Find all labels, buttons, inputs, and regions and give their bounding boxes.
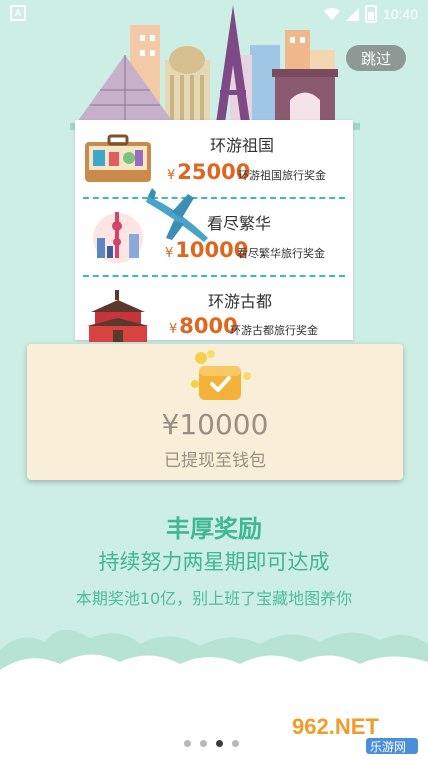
wallet-amount: ¥10000 — [161, 408, 269, 441]
page-dot[interactable] — [184, 740, 191, 747]
watermark-sub-text: 乐游网 — [370, 740, 406, 754]
prize-title: 环游古都 — [208, 292, 273, 311]
page-subline: 持续努力两星期即可达成 — [98, 550, 330, 574]
prize-item: 看尽繁华 ¥10000 看尽繁华旅行奖金 — [75, 200, 353, 272]
prize-amount: ¥8000 — [169, 314, 238, 338]
wallet-note: 已提现至钱包 — [164, 451, 266, 471]
status-time: 10:40 — [382, 6, 418, 22]
watermark-logo-text: 962.NET — [292, 714, 379, 739]
wallet-check-icon — [191, 350, 251, 400]
wallet-card: ¥10000 已提现至钱包 — [27, 344, 403, 480]
dashed-divider — [83, 275, 345, 277]
battery-icon — [364, 5, 377, 23]
page-indicator — [184, 740, 239, 747]
prize-list-card: 环游祖国 ¥25000 环游祖国旅行奖金 看尽繁华 ¥10000 看尽繁华旅行奖… — [75, 120, 353, 342]
page-headline: 丰厚奖励 — [166, 515, 262, 543]
page-dot[interactable] — [232, 740, 239, 747]
page-tagline: 本期奖池10亿，别上班了宝藏地图养你 — [75, 589, 353, 608]
palace-illustration — [87, 290, 149, 342]
prize-description: 环游古都旅行奖金 — [230, 324, 318, 337]
prize-title: 看尽繁华 — [207, 214, 272, 233]
prize-title: 环游祖国 — [210, 136, 275, 155]
prize-description: 看尽繁华旅行奖金 — [237, 247, 325, 260]
site-watermark-logo: 962.NET 乐游网 — [292, 714, 418, 754]
page-dot[interactable] — [200, 740, 207, 747]
suitcase-illustration — [85, 134, 151, 182]
city-tower-illustration — [93, 212, 143, 263]
landmark-skyline-illustration — [70, 5, 360, 130]
prize-description: 环游祖国旅行奖金 — [238, 169, 326, 182]
prize-item: 环游古都 ¥8000 环游古都旅行奖金 — [75, 280, 353, 352]
prize-item: 环游祖国 ¥25000 环游祖国旅行奖金 — [75, 120, 353, 192]
dashed-divider — [83, 197, 345, 199]
notification-icon: A — [10, 5, 26, 21]
airplane-icon — [146, 188, 208, 242]
page-dot-active[interactable] — [216, 740, 223, 747]
